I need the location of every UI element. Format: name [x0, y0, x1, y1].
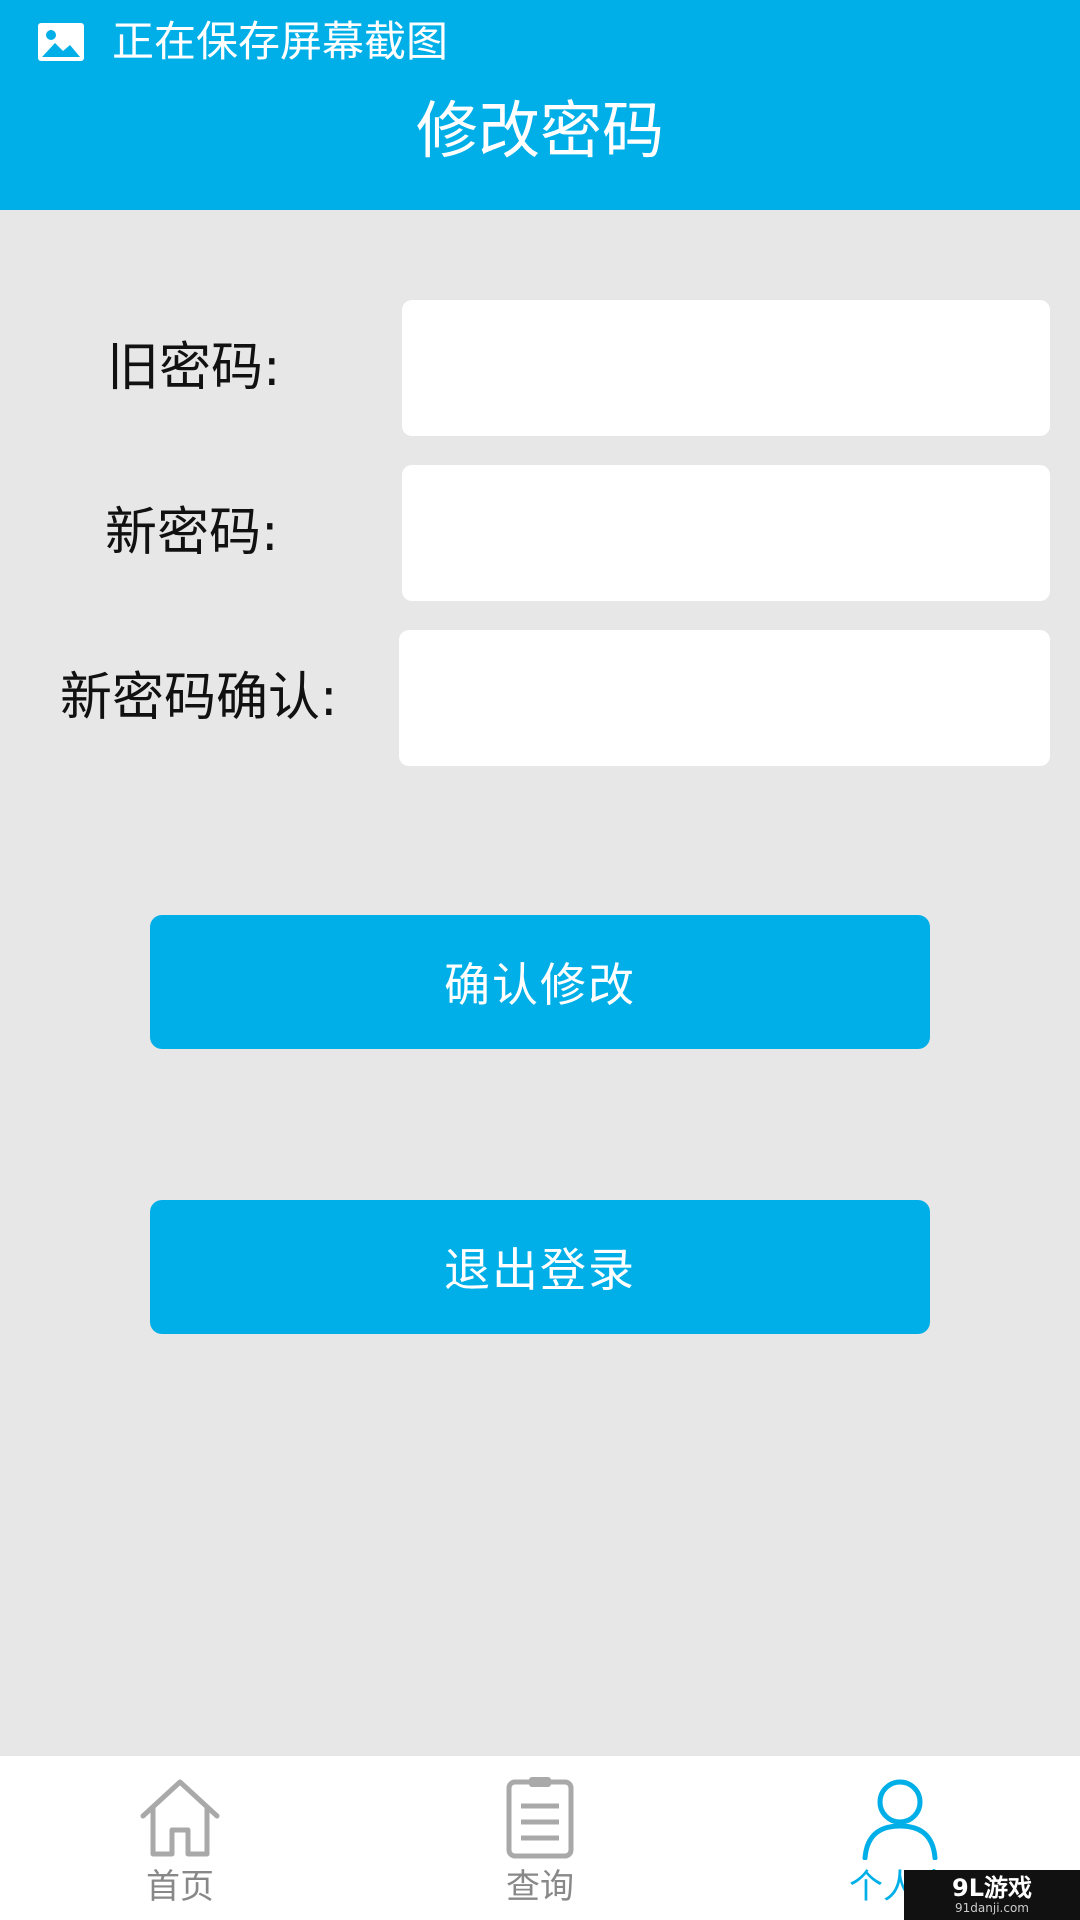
old-password-row: 旧密码: [0, 300, 1080, 436]
confirm-password-row: 新密码确认: [0, 630, 1080, 766]
status-notification: 正在保存屏幕截图 [36, 12, 448, 72]
logout-button[interactable]: 退出登录 [150, 1200, 930, 1334]
home-icon [140, 1779, 220, 1857]
new-password-row: 新密码: [0, 465, 1080, 601]
watermark-logo: 9L游戏 91danji.com [904, 1870, 1080, 1920]
header-bar: 正在保存屏幕截图 修改密码 [0, 0, 1080, 210]
confirm-change-button[interactable]: 确认修改 [150, 915, 930, 1049]
nav-item-home[interactable]: 首页 [0, 1756, 360, 1920]
old-password-label: 旧密码: [107, 338, 281, 398]
nav-label-home: 首页 [146, 1867, 214, 1907]
new-password-field[interactable] [402, 465, 1050, 601]
old-password-field[interactable] [402, 300, 1050, 436]
status-text: 正在保存屏幕截图 [112, 17, 449, 66]
nav-item-query[interactable]: 查询 [360, 1756, 720, 1920]
screen: 正在保存屏幕截图 修改密码 旧密码: 新密码: 新密码确认: 确认修改 退出登录… [0, 0, 1080, 1920]
page-title: 修改密码 [415, 94, 664, 167]
nav-label-query: 查询 [506, 1867, 574, 1907]
confirm-password-label: 新密码确认: [60, 668, 338, 728]
new-password-label: 新密码: [105, 503, 279, 563]
image-icon [38, 23, 84, 61]
confirm-password-field[interactable] [399, 630, 1050, 766]
watermark-url: 91danji.com [955, 1901, 1029, 1915]
user-icon [862, 1779, 938, 1860]
clipboard-icon [506, 1777, 574, 1859]
watermark-text: 9L游戏 [952, 1874, 1032, 1902]
